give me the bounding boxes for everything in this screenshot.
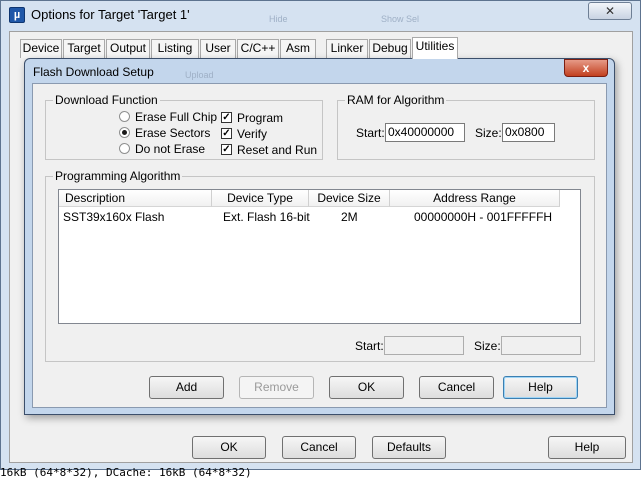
table-row[interactable]: SST39x160x Flash Ext. Flash 16-bit 2M 00…: [59, 209, 580, 225]
radio-button-icon: [119, 143, 130, 154]
checkmark-icon: ✓: [221, 128, 232, 139]
programming-algorithm-label: Programming Algorithm: [53, 169, 183, 183]
ram-start-label: Start:: [356, 126, 385, 140]
ram-size-input[interactable]: 0x0800: [502, 123, 555, 142]
verify-label: Verify: [237, 127, 268, 141]
ram-size-label: Size:: [475, 126, 502, 140]
radio-button-icon: [119, 111, 130, 122]
algorithm-size-input[interactable]: [501, 336, 581, 355]
background-hide-label: Hide: [269, 14, 288, 24]
checkmark-icon: ✓: [221, 144, 232, 155]
radio-selected-icon: [119, 127, 130, 138]
ram-for-algorithm-label: RAM for Algorithm: [345, 93, 447, 107]
column-description[interactable]: Description: [59, 190, 212, 207]
window-close-button[interactable]: ✕: [588, 2, 632, 20]
ram-start-input[interactable]: 0x40000000: [385, 123, 465, 142]
outer-help-button[interactable]: Help: [548, 436, 626, 459]
row-description: SST39x160x Flash: [63, 210, 165, 224]
row-device-type: Ext. Flash 16-bit: [223, 210, 310, 224]
tab-listing[interactable]: Listing: [151, 39, 199, 58]
tab-user[interactable]: User: [200, 39, 236, 58]
tab-asm[interactable]: Asm: [280, 39, 316, 58]
download-function-label: Download Function: [53, 93, 160, 107]
flash-download-setup-dialog: Flash Download Setup Upload x Download F…: [24, 58, 615, 415]
erase-sectors-label: Erase Sectors: [135, 126, 211, 140]
defaults-button[interactable]: Defaults: [372, 436, 446, 459]
row-address-range: 00000000H - 001FFFFFH: [414, 210, 553, 224]
algorithm-list[interactable]: Description Device Type Device Size Addr…: [58, 189, 581, 324]
algorithm-start-label: Start:: [355, 339, 384, 353]
close-icon: ✕: [604, 4, 616, 18]
dialog-close-button[interactable]: x: [564, 59, 608, 77]
program-label: Program: [237, 111, 284, 125]
background-upload-label: Upload: [185, 70, 214, 80]
window-title-bar[interactable]: µ Options for Target 'Target 1' Hide Sho…: [1, 1, 640, 29]
dialog-cancel-button[interactable]: Cancel: [419, 376, 494, 399]
tab-target[interactable]: Target: [63, 39, 105, 58]
remove-button[interactable]: Remove: [239, 376, 314, 399]
dialog-help-button[interactable]: Help: [503, 376, 578, 399]
background-show-sel-label: Show Sel: [381, 14, 420, 24]
column-device-type[interactable]: Device Type: [212, 190, 309, 207]
add-button[interactable]: Add: [149, 376, 224, 399]
window-title: Options for Target 'Target 1': [31, 7, 190, 22]
tab-linker[interactable]: Linker: [326, 39, 368, 58]
dialog-title: Flash Download Setup: [33, 65, 154, 79]
ram-for-algorithm-group: RAM for Algorithm Start: 0x40000000 Size…: [337, 93, 595, 160]
do-not-erase-label: Do not Erase: [135, 142, 206, 156]
dialog-ok-button[interactable]: OK: [329, 376, 404, 399]
tab-debug[interactable]: Debug: [369, 39, 411, 58]
erase-full-chip-label: Erase Full Chip: [135, 110, 218, 124]
outer-ok-button[interactable]: OK: [192, 436, 266, 459]
background-status-text: 16kB (64*8*32), DCache: 16kB (64*8*32): [0, 466, 252, 478]
tab-device[interactable]: Device: [20, 39, 62, 58]
column-address-range[interactable]: Address Range: [390, 190, 560, 207]
app-icon: µ: [9, 7, 25, 23]
column-device-size[interactable]: Device Size: [309, 190, 390, 207]
tab-utilities[interactable]: Utilities: [412, 37, 458, 59]
close-icon: x: [582, 61, 590, 75]
checkmark-icon: ✓: [221, 112, 232, 123]
algorithm-start-input[interactable]: [384, 336, 464, 355]
tab-output[interactable]: Output: [106, 39, 150, 58]
row-device-size: 2M: [341, 210, 358, 224]
tab-c-cpp[interactable]: C/C++: [237, 39, 279, 58]
algorithm-list-header: Description Device Type Device Size Addr…: [59, 190, 580, 207]
dialog-client-area: Download Function Erase Full Chip Erase …: [32, 83, 607, 408]
outer-cancel-button[interactable]: Cancel: [282, 436, 356, 459]
download-function-group: Download Function Erase Full Chip Erase …: [45, 93, 323, 160]
algorithm-size-label: Size:: [474, 339, 501, 353]
reset-and-run-label: Reset and Run: [237, 143, 318, 157]
